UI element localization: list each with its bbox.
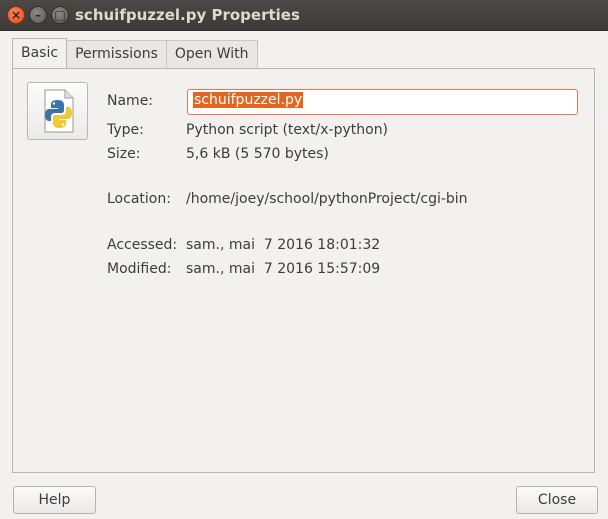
tab-permissions[interactable]: Permissions bbox=[67, 40, 167, 68]
location-label: Location: bbox=[107, 191, 171, 207]
name-label: Name: bbox=[107, 93, 154, 109]
name-input-value: schuifpuzzel.py bbox=[193, 92, 304, 108]
window-maximize-button[interactable]: □ bbox=[51, 6, 69, 24]
minimize-icon: – bbox=[35, 8, 41, 22]
window-title: schuifpuzzel.py Properties bbox=[75, 6, 300, 24]
help-button[interactable]: Help bbox=[13, 486, 96, 514]
window-minimize-button[interactable]: – bbox=[29, 6, 47, 24]
type-label: Type: bbox=[107, 122, 144, 138]
modified-value: sam., mai 7 2016 15:57:09 bbox=[186, 261, 381, 277]
close-button-label: Close bbox=[537, 492, 577, 508]
tab-basic[interactable]: Basic bbox=[12, 38, 68, 68]
accessed-value: sam., mai 7 2016 18:01:32 bbox=[186, 237, 381, 253]
tab-bar: Basic Permissions Open With bbox=[12, 38, 258, 69]
window-close-button[interactable]: × bbox=[7, 6, 25, 24]
location-value: /home/joey/school/pythonProject/cgi-bin bbox=[186, 191, 468, 207]
accessed-label: Accessed: bbox=[107, 237, 178, 253]
close-icon: × bbox=[10, 8, 22, 22]
type-value: Python script (text/x-python) bbox=[186, 122, 389, 138]
title-bar: × – □ schuifpuzzel.py Properties bbox=[0, 0, 608, 31]
python-file-icon bbox=[27, 82, 88, 140]
name-input[interactable]: schuifpuzzel.py bbox=[187, 89, 578, 115]
size-value: 5,6 kB (5 570 bytes) bbox=[186, 146, 329, 162]
modified-label: Modified: bbox=[107, 261, 172, 277]
close-button[interactable]: Close bbox=[516, 486, 598, 514]
tab-open-with[interactable]: Open With bbox=[166, 40, 258, 68]
maximize-icon: □ bbox=[54, 8, 66, 22]
size-label: Size: bbox=[107, 146, 141, 162]
help-button-label: Help bbox=[38, 492, 71, 508]
